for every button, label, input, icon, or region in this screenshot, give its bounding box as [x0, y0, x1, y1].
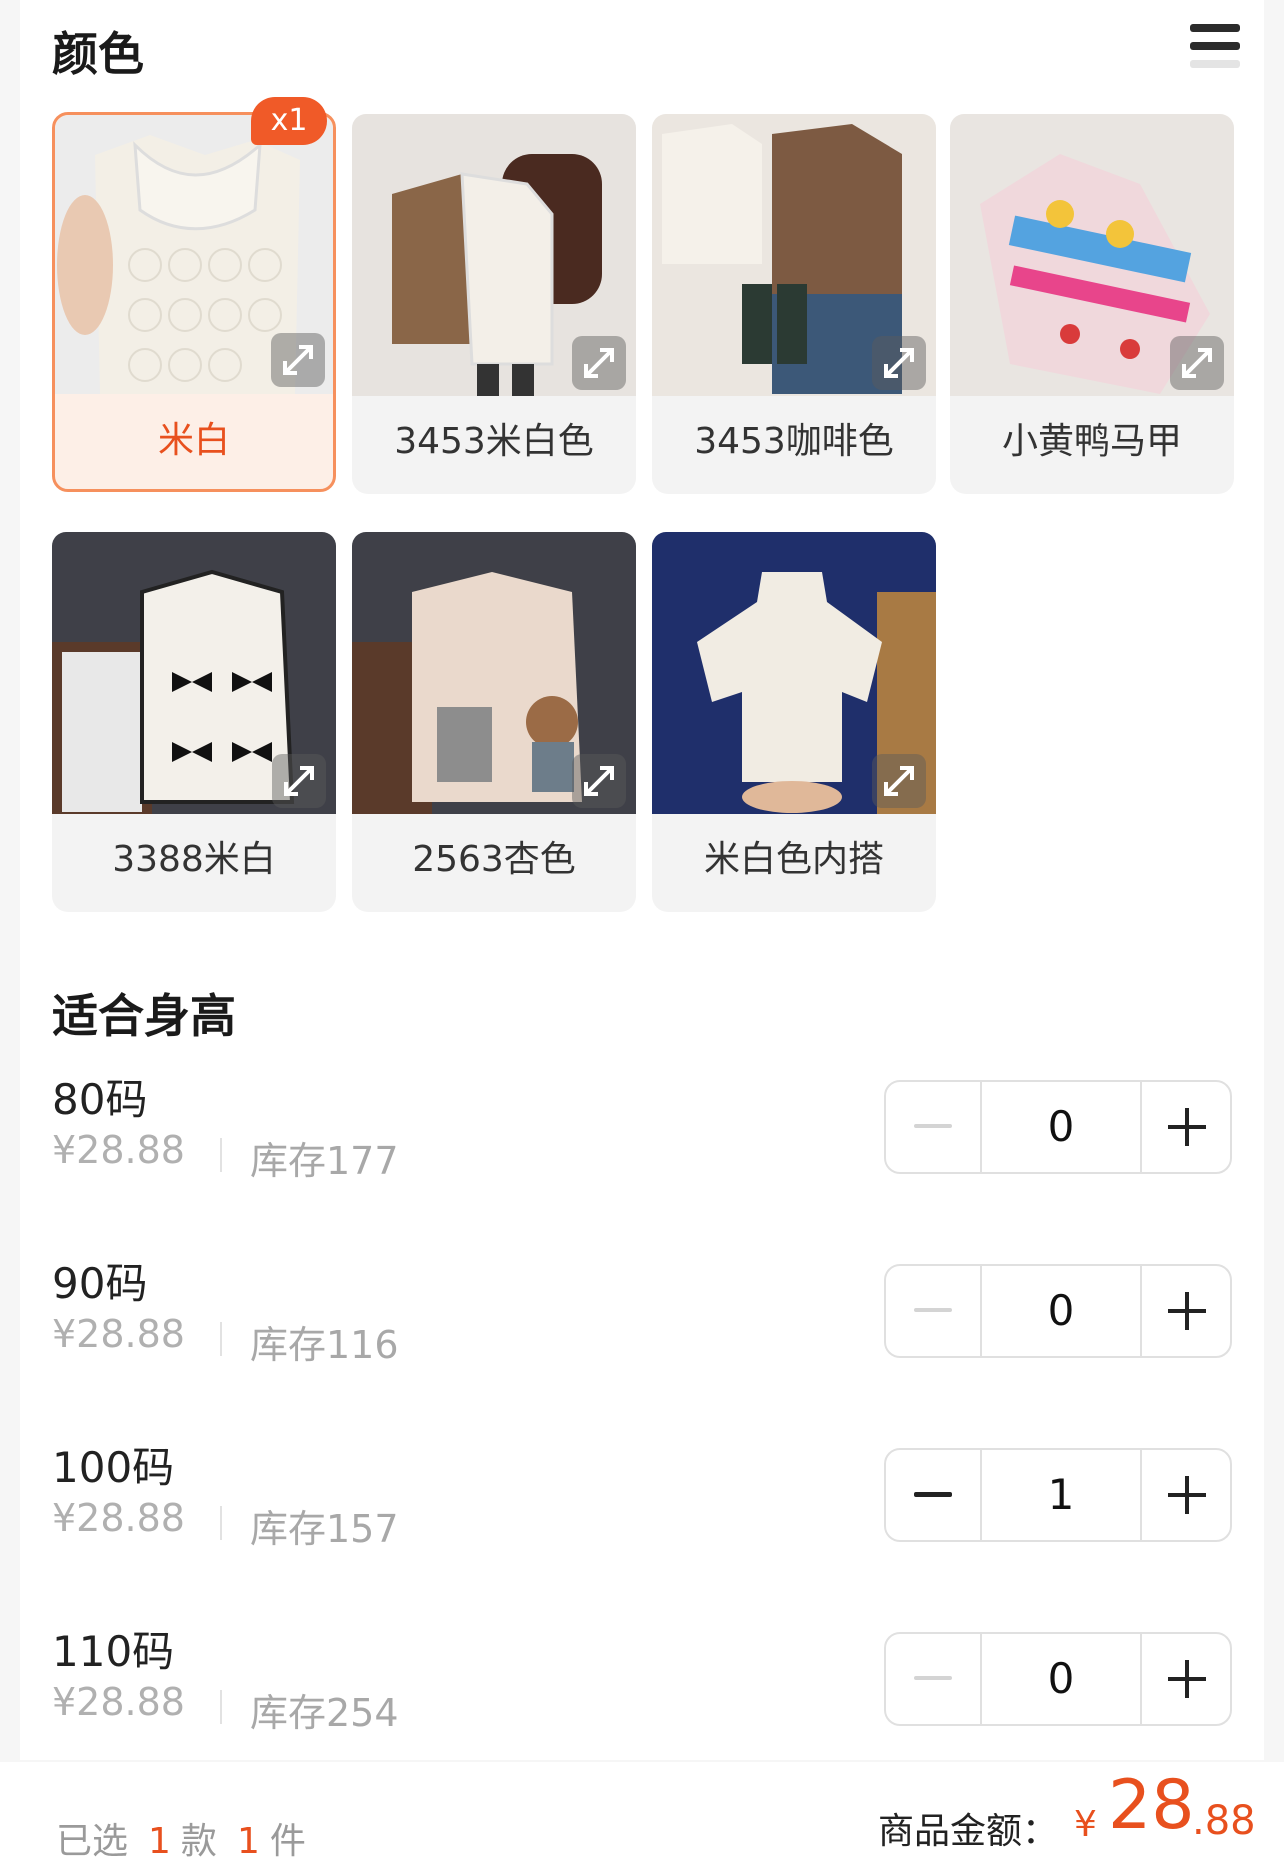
color-option-image [352, 532, 636, 814]
divider [220, 1138, 222, 1172]
color-option-image [55, 115, 333, 394]
color-option-5[interactable]: 3388米白 [52, 532, 336, 912]
quantity-stepper: 1 [884, 1448, 1232, 1542]
color-option-image [352, 114, 636, 396]
order-summary-bar: 已选 1 款 1 件 商品金额： ¥ 28 .88 [0, 1762, 1284, 1874]
style-count: 1 [148, 1821, 171, 1862]
size-name: 100码 [52, 1443, 175, 1492]
size-row-90: 90码 ¥28.88 库存116 0 [0, 1250, 1284, 1400]
color-option-label: 2563杏色 [412, 839, 576, 880]
size-name: 90码 [52, 1259, 148, 1308]
selected-prefix: 已选 [56, 1821, 129, 1862]
size-row-100: 100码 ¥28.88 库存157 1 [0, 1434, 1284, 1584]
color-option-7[interactable]: 米白色内搭 [652, 532, 936, 912]
size-row-80: 80码 ¥28.88 库存177 0 [0, 1066, 1284, 1216]
quantity-input[interactable]: 1 [982, 1450, 1142, 1540]
total-label: 商品金额： [878, 1811, 1059, 1852]
color-option-image [52, 532, 336, 814]
color-option-label: 小黄鸭马甲 [1001, 421, 1182, 462]
color-option-label: 米白色内搭 [703, 839, 884, 880]
color-option-6[interactable]: 2563杏色 [352, 532, 636, 912]
size-stock: 库存177 [250, 1139, 399, 1183]
color-option-image [652, 114, 936, 396]
total-amount-integer: 28 [1108, 1766, 1195, 1845]
color-option-label: 3453咖啡色 [694, 421, 894, 462]
color-option-4[interactable]: 小黄鸭马甲 [950, 114, 1234, 494]
quantity-stepper: 0 [884, 1632, 1232, 1726]
expand-icon[interactable] [271, 333, 325, 387]
size-stock: 库存254 [250, 1691, 399, 1735]
quantity-input[interactable]: 0 [982, 1082, 1142, 1172]
size-price: ¥28.88 [52, 1680, 185, 1724]
list-view-icon[interactable] [1190, 24, 1240, 76]
decrease-button[interactable] [886, 1634, 982, 1724]
size-stock: 库存157 [250, 1507, 399, 1551]
size-name: 110码 [52, 1627, 175, 1676]
color-option-image [652, 532, 936, 814]
divider [220, 1322, 222, 1356]
quantity-input[interactable]: 0 [982, 1634, 1142, 1724]
color-option-image [950, 114, 1234, 396]
size-price: ¥28.88 [52, 1312, 185, 1356]
color-option-label: 3453米白色 [394, 421, 594, 462]
size-name: 80码 [52, 1075, 148, 1124]
expand-icon[interactable] [572, 754, 626, 808]
decrease-button[interactable] [886, 1082, 982, 1172]
increase-button[interactable] [1142, 1266, 1230, 1356]
quantity-stepper: 0 [884, 1080, 1232, 1174]
color-option-label: 米白 [157, 420, 230, 461]
size-price: ¥28.88 [52, 1128, 185, 1172]
selection-summary: 已选 1 款 1 件 [56, 1812, 306, 1864]
size-section-title: 适合身高 [52, 989, 236, 1043]
color-section-title: 颜色 [52, 27, 144, 81]
quantity-input[interactable]: 0 [982, 1266, 1142, 1356]
style-unit: 款 [180, 1821, 217, 1862]
quantity-stepper: 0 [884, 1264, 1232, 1358]
color-option-1[interactable]: 米白 x1 [52, 97, 336, 492]
total-amount-decimal: .88 [1192, 1798, 1256, 1844]
size-row-110: 110码 ¥28.88 库存254 0 [0, 1618, 1284, 1768]
divider [220, 1506, 222, 1540]
increase-button[interactable] [1142, 1634, 1230, 1724]
selected-count-badge: x1 [251, 97, 327, 145]
expand-icon[interactable] [272, 754, 326, 808]
increase-button[interactable] [1142, 1450, 1230, 1540]
expand-icon[interactable] [1170, 336, 1224, 390]
color-option-label: 3388米白 [112, 839, 276, 880]
currency-symbol: ¥ [1074, 1804, 1097, 1845]
expand-icon[interactable] [872, 754, 926, 808]
size-price: ¥28.88 [52, 1496, 185, 1540]
expand-icon[interactable] [872, 336, 926, 390]
decrease-button[interactable] [886, 1450, 982, 1540]
size-stock: 库存116 [250, 1323, 399, 1367]
piece-unit: 件 [269, 1821, 306, 1862]
piece-count: 1 [236, 1821, 260, 1862]
expand-icon[interactable] [572, 336, 626, 390]
divider [220, 1690, 222, 1724]
color-option-3[interactable]: 3453咖啡色 [652, 114, 936, 494]
color-option-2[interactable]: 3453米白色 [352, 114, 636, 494]
increase-button[interactable] [1142, 1082, 1230, 1172]
decrease-button[interactable] [886, 1266, 982, 1356]
